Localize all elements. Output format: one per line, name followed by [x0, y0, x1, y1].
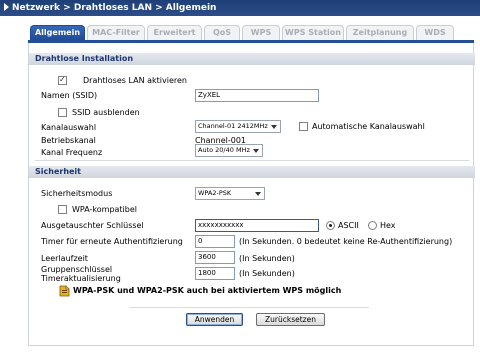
- ssid-label: Namen (SSID): [41, 91, 98, 100]
- auto-channel-label: Automatische Kanalauswahl: [312, 122, 425, 131]
- reauth-input[interactable]: 0: [195, 235, 235, 248]
- tab-wds[interactable]: WDS: [416, 25, 454, 40]
- wps-note: WPA-PSK und WPA2-PSK auch bei aktivierte…: [73, 286, 342, 295]
- reauth-hint: (In Sekunden. 0 bedeutet keine Re-Authen…: [239, 237, 453, 246]
- tab-allgemein[interactable]: Allgemein: [30, 25, 85, 40]
- hex-label: Hex: [380, 221, 396, 230]
- enable-wlan-label: Drahtloses LAN aktivieren: [83, 76, 187, 85]
- tab-qos[interactable]: QoS: [204, 25, 240, 40]
- button-divider: [129, 307, 369, 308]
- reset-button[interactable]: Zurücksetzen: [256, 313, 325, 326]
- enable-wlan-checkbox[interactable]: [58, 75, 67, 85]
- tab-wps-station[interactable]: WPS Station: [282, 25, 344, 40]
- chevron-down-icon: [253, 149, 259, 153]
- chevron-down-icon: [255, 192, 261, 196]
- psk-input[interactable]: xxxxxxxxxxx: [195, 219, 319, 232]
- hex-radio[interactable]: [368, 221, 377, 230]
- tab-wps[interactable]: WPS: [242, 25, 280, 40]
- tab-mac-filter[interactable]: MAC-Filter: [87, 25, 145, 40]
- ssid-input[interactable]: ZyXEL: [195, 89, 319, 102]
- group-key-label-2: Timeraktualisierung: [41, 274, 121, 283]
- channel-freq-select[interactable]: Auto 20/40 MHz: [195, 144, 263, 157]
- chevron-down-icon: [271, 125, 277, 129]
- idle-input[interactable]: 3600: [195, 251, 235, 264]
- tab-zeitplanung[interactable]: Zeitplanung: [346, 25, 414, 40]
- breadcrumb-bar: Netzwerk > Drahtloses LAN > Allgemein: [0, 0, 480, 16]
- ascii-radio[interactable]: [326, 221, 335, 230]
- note-icon: [58, 285, 70, 297]
- apply-button[interactable]: Anwenden: [186, 313, 243, 326]
- arrow-icon: [4, 2, 9, 11]
- breadcrumb: Netzwerk > Drahtloses LAN > Allgemein: [12, 3, 217, 13]
- idle-label: Leerlaufzeit: [41, 254, 88, 263]
- channel-label: Kanalauswahl: [41, 123, 97, 132]
- security-mode-select[interactable]: WPA2-PSK: [195, 187, 265, 200]
- settings-panel: Drahtlose Installation Drahtloses LAN ak…: [28, 43, 475, 346]
- auto-channel-checkbox[interactable]: [299, 122, 308, 131]
- security-mode-select-value: WPA2-PSK: [198, 189, 232, 197]
- ascii-label: ASCII: [338, 221, 359, 230]
- idle-hint: (In Sekunden): [239, 254, 295, 263]
- channel-freq-select-value: Auto 20/40 MHz: [198, 146, 250, 154]
- group-key-hint: (In Sekunden): [239, 269, 295, 278]
- channel-select-value: Channel-01 2412MHz: [198, 122, 268, 130]
- wpa-compat-label: WPA-kompatibel: [72, 205, 138, 214]
- operating-channel-label: Betriebskanal: [41, 136, 96, 145]
- section-header-security: Sicherheit: [29, 166, 475, 178]
- reauth-label: Timer für erneute Authentifizierung: [41, 237, 183, 246]
- hide-ssid-label: SSID ausblenden: [72, 108, 140, 117]
- group-key-input[interactable]: 1800: [195, 267, 235, 280]
- wpa-compat-checkbox[interactable]: [58, 205, 67, 214]
- channel-freq-label: Kanal Frequenz: [41, 148, 103, 157]
- hide-ssid-checkbox[interactable]: [58, 108, 67, 117]
- section-header-installation: Drahtlose Installation: [29, 53, 475, 65]
- security-mode-label: Sicherheitsmodus: [41, 189, 113, 198]
- psk-label: Ausgetauschter Schlüssel: [41, 221, 144, 230]
- channel-select[interactable]: Channel-01 2412MHz: [195, 120, 281, 133]
- tab-erweitert[interactable]: Erweitert: [147, 25, 202, 40]
- divider: [35, 160, 469, 161]
